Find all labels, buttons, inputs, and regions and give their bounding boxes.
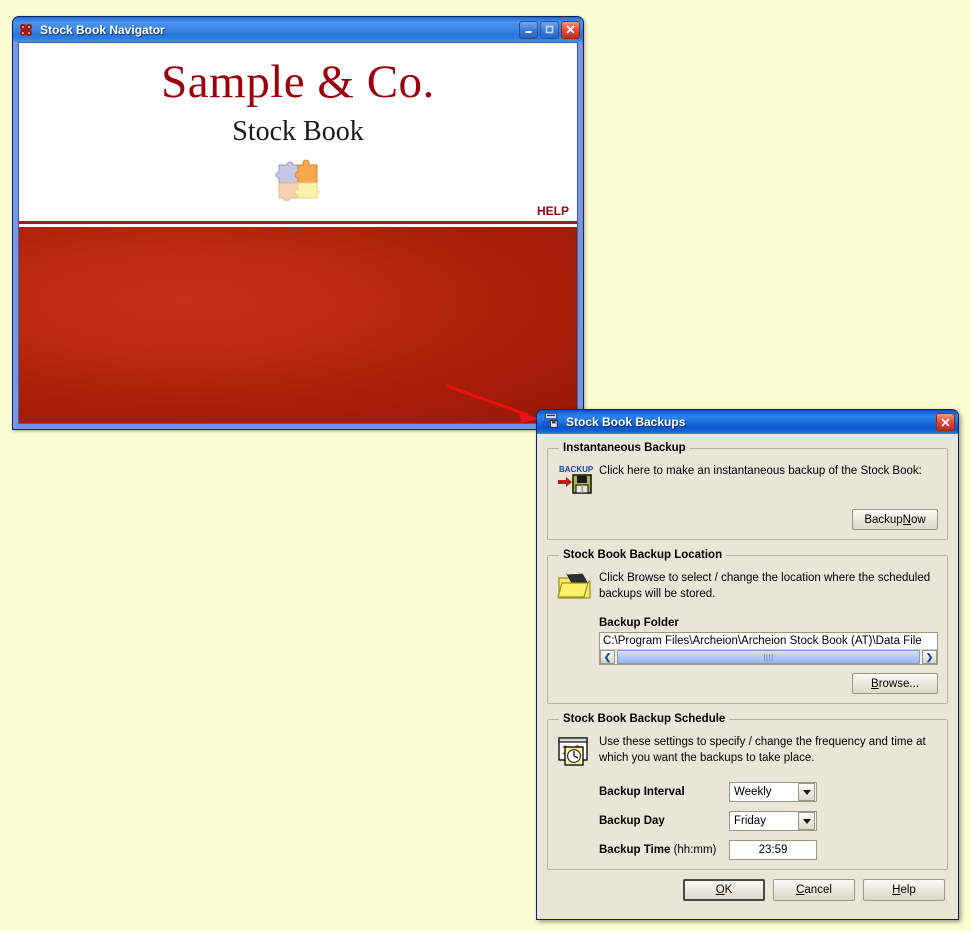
scrollbar-thumb[interactable]: |||| [617,650,920,664]
backup-folder-scrollbar[interactable]: ❮ |||| ❯ [600,649,937,664]
dialog-footer: OK Cancel Help [547,879,948,901]
backup-location-legend: Stock Book Backup Location [563,549,723,561]
backup-folder-field[interactable]: C:\Program Files\Archeion\Archeion Stock… [599,632,938,665]
svg-text:BACKUP: BACKUP [559,465,593,474]
navigator-header: Sample & Co. Stock Book HELP [19,43,577,224]
company-name: Sample & Co. [161,56,435,108]
backup-folder-label: Backup Folder [599,617,679,629]
scroll-right-icon[interactable]: ❯ [922,650,937,664]
browse-button[interactable]: Browse... [852,673,938,694]
backup-interval-dropdown[interactable]: Weekly [729,782,817,802]
backup-location-description: Click Browse to select / change the loca… [599,572,931,600]
backup-location-group: Stock Book Backup Location Click Browse … [547,549,948,704]
backup-day-dropdown[interactable]: Friday [729,811,817,831]
backup-schedule-description: Use these settings to specify / change t… [599,736,926,764]
instantaneous-backup-legend: Instantaneous Backup [563,442,686,454]
scroll-left-icon[interactable]: ❮ [600,650,615,664]
backup-interval-value: Weekly [734,786,772,798]
backup-interval-row: Backup Interval Weekly [599,782,938,802]
backup-now-button[interactable]: Backup Now [852,509,938,530]
chevron-down-icon[interactable] [798,812,815,830]
close-icon[interactable] [936,413,955,431]
stock-book-backups-dialog: Stock Book Backups Instantaneous Backup … [536,409,959,920]
scrollbar-track[interactable]: |||| [615,650,922,664]
navigator-window-controls [519,20,580,39]
backup-schedule-group: Stock Book Backup Schedule 1 2 [547,713,948,870]
puzzle-pieces-logo [275,155,321,206]
navigator-title-bar[interactable]: Stock Book Navigator [13,17,583,42]
navigator-client-area: Sample & Co. Stock Book HELP [18,42,578,424]
dialog-title-text: Stock Book Backups [566,415,686,429]
ok-button[interactable]: OK [683,879,765,901]
open-folder-icon [557,567,599,607]
screenshot-root: Stock Book Navigator Sample & Co. Stock … [0,0,971,931]
minimize-button[interactable] [519,20,538,39]
chevron-down-icon[interactable] [798,783,815,801]
backup-time-label: Backup Time [599,844,671,856]
calendar-clock-icon: 1 2 [557,731,599,773]
backup-time-row: Backup Time (hh:mm) 23:59 [599,840,938,860]
backup-day-label: Backup Day [599,815,665,827]
backup-time-input[interactable]: 23:59 [729,840,817,860]
backup-device-icon [543,412,559,433]
backup-floppy-icon: BACKUP [557,460,599,504]
close-icon[interactable] [561,20,580,39]
backup-folder-value: C:\Program Files\Archeion\Archeion Stock… [603,635,922,647]
dialog-title-bar[interactable]: Stock Book Backups [537,410,958,434]
backup-schedule-legend: Stock Book Backup Schedule [563,713,726,725]
scrollbar-grip: |||| [763,652,774,662]
help-link[interactable]: HELP [537,204,569,218]
backup-day-row: Backup Day Friday [599,811,938,831]
stock-book-navigator-window: Stock Book Navigator Sample & Co. Stock … [12,16,584,430]
navigator-title-text: Stock Book Navigator [40,22,165,37]
dialog-body: Instantaneous Backup BACKUP Click here t… [537,434,958,919]
backup-time-hint: (hh:mm) [673,844,717,856]
help-button[interactable]: Help [863,879,945,901]
app-logo-icon [18,22,34,38]
backup-interval-label: Backup Interval [599,786,685,798]
maximize-button[interactable] [540,20,559,39]
backup-day-value: Friday [734,815,766,827]
instantaneous-backup-group: Instantaneous Backup BACKUP Click here t… [547,442,948,540]
instantaneous-backup-description: Click here to make an instantaneous back… [599,465,922,477]
navigator-red-panel: RECORDS [19,227,577,423]
page-title: Stock Book [232,116,364,147]
cancel-button[interactable]: Cancel [773,879,855,901]
